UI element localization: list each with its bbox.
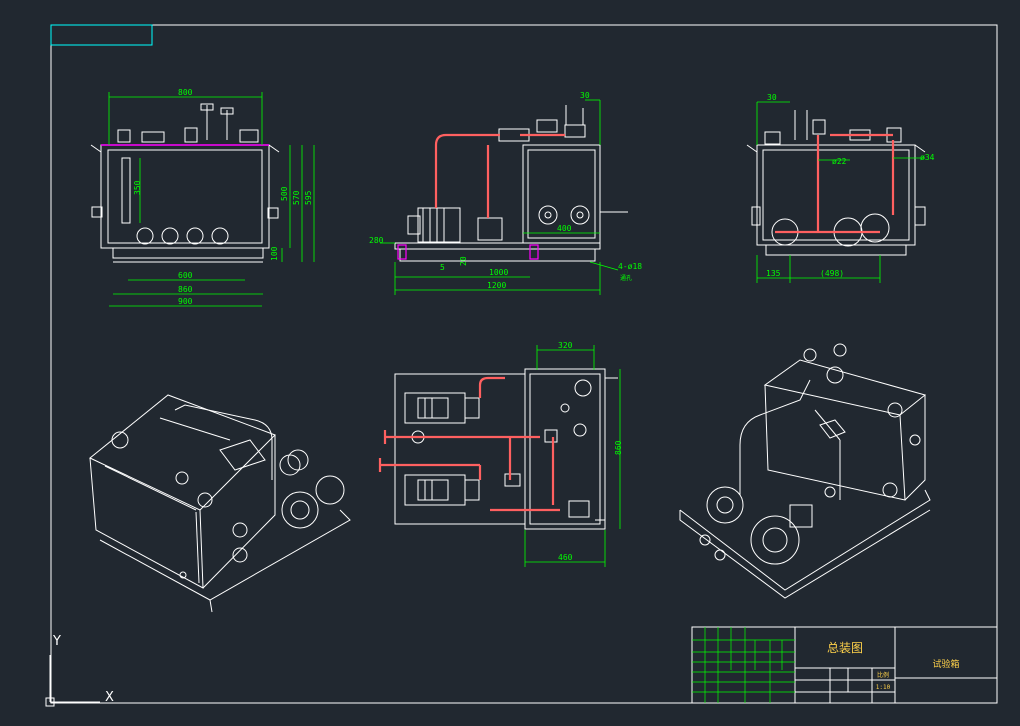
dim-right-135: 135 [766,269,781,278]
dim-front-900: 900 [178,297,193,306]
dim-front-height-500: 500 [280,186,289,201]
right-view: 30 ø22 ø34 135 (498) [746,93,935,283]
ucs-y-label: Y [52,634,61,649]
dim-top-460: 460 [558,553,573,562]
dim-front-height-595: 595 [304,190,313,205]
top-view: 320 860 460 [378,341,623,567]
dim-front-width: 800 [178,88,193,97]
drawing-title: 总装图 [827,641,863,655]
dim-front-base: 100 [270,246,279,261]
dim-front-860: 860 [178,285,193,294]
title-block: 总装图 试验箱 比例 1:10 [691,626,998,704]
dim-side-30: 30 [580,91,590,100]
dim-right-d34: ø34 [920,153,935,162]
dim-front-height-570: 570 [292,190,301,205]
dim-right-498: (498) [820,269,844,278]
dim-side-1000: 1000 [489,268,508,277]
dim-top-320: 320 [558,341,573,350]
dim-top-860: 860 [614,440,623,455]
ucs-x-label: X [105,690,114,705]
scale-value: 1:10 [876,684,891,691]
project-name: 试验箱 [932,658,959,670]
dim-side-20: 20 [459,256,468,266]
isometric-view-left [89,394,351,613]
dim-side-280: 280 [369,236,384,245]
dim-front-600: 600 [178,271,193,280]
dim-side-1200: 1200 [487,281,506,290]
dim-front-gauge: 350 [133,180,142,195]
dim-right-d22: ø22 [832,157,847,166]
ucs-icon [45,655,100,707]
dim-right-30: 30 [767,93,777,102]
isometric-view-right [679,343,931,599]
side-view-note: 通孔 [620,274,632,282]
drawing-border [50,24,998,704]
front-view: 800 350 500 570 595 100 600 860 900 [90,88,315,307]
dim-side-400: 400 [557,224,572,233]
side-view: 30 280 400 5 20 1000 1200 4-ø18 通孔 [369,91,642,295]
scale-header: 比例 [877,671,889,679]
dim-side-5: 5 [440,263,445,272]
dim-side-holes: 4-ø18 [618,262,642,271]
cad-drawing-canvas[interactable]: 800 350 500 570 595 100 600 860 900 30 2… [0,0,1020,726]
front-view-geometry [90,103,280,263]
